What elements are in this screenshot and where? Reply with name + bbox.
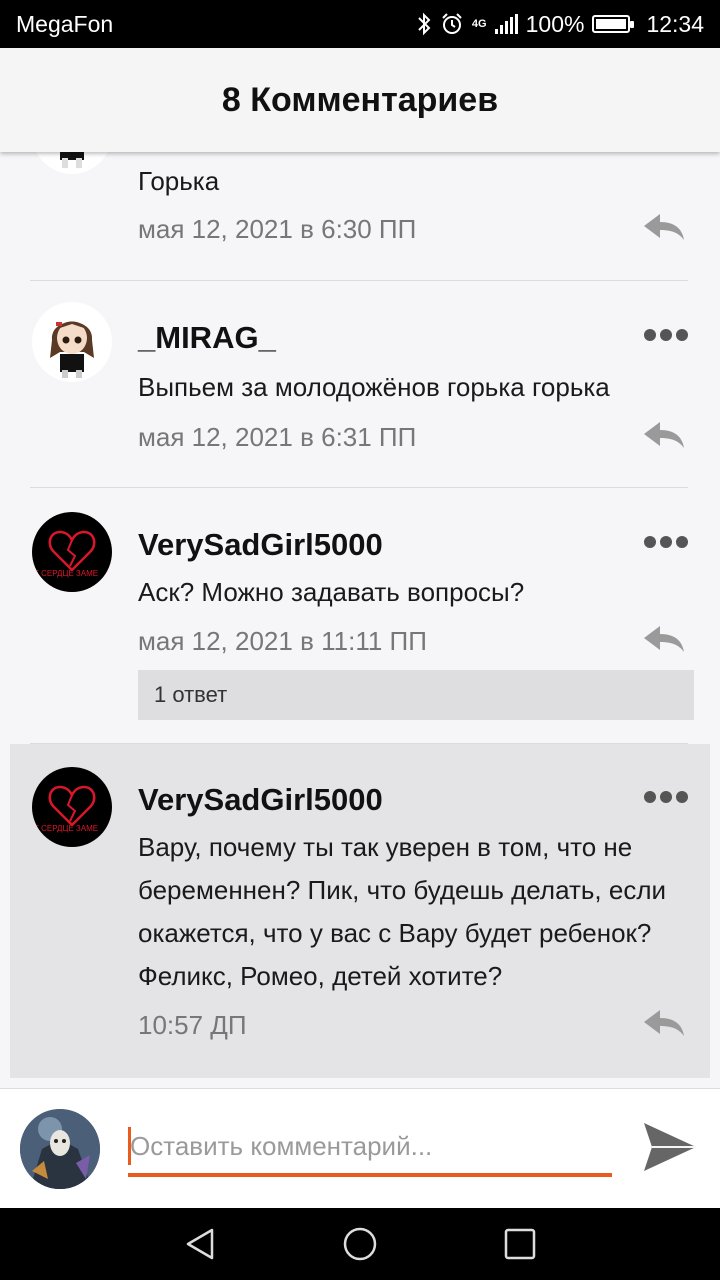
comment-item: _MIRAG_ Выпьем за молодожёнов горька гор… [10, 282, 710, 486]
comment-input[interactable] [128, 1119, 612, 1177]
comment-item: Т СЕРДЦЕ ЗАМЕ VerySadGirl5000 Аск? Можно… [10, 489, 710, 743]
home-icon[interactable] [342, 1226, 378, 1262]
app-header: 8 Комментариев [0, 48, 720, 152]
reply-icon[interactable] [642, 624, 686, 654]
more-options-icon[interactable] [644, 535, 688, 549]
avatar-caption: Т СЕРДЦЕ ЗАМЕ [34, 569, 98, 578]
carrier-label: MegaFon [16, 10, 114, 37]
page-title: 8 Комментариев [221, 80, 499, 119]
divider [30, 280, 688, 281]
battery-percent: 100% [525, 10, 585, 37]
view-replies-button[interactable]: 1 ответ [138, 670, 694, 720]
comment-text: Горька [138, 166, 220, 196]
comment-timestamp: мая 12, 2021 в 6:30 ПП [138, 214, 417, 244]
reply-icon[interactable] [642, 212, 686, 242]
comment-item-highlighted: Т СЕРДЦЕ ЗАМЕ VerySadGirl5000 Вару, поче… [10, 744, 710, 1078]
status-bar: MegaFon 4G 100% 12:34 [0, 0, 720, 48]
comment-username[interactable]: _MIRAG_ [138, 320, 276, 356]
reply-icon[interactable] [642, 1008, 686, 1038]
anime-girl-avatar[interactable] [32, 302, 112, 382]
broken-heart-avatar[interactable]: Т СЕРДЦЕ ЗАМЕ [32, 512, 112, 592]
comment-timestamp: мая 12, 2021 в 11:11 ПП [138, 626, 427, 656]
signal-icon [494, 14, 518, 34]
status-icons: 4G 100% 12:34 [416, 11, 704, 38]
comments-list[interactable]: Горька мая 12, 2021 в 6:30 ПП _MIRAG_ Вы… [0, 152, 720, 1088]
user-avatar[interactable] [20, 1109, 100, 1189]
send-icon[interactable] [640, 1119, 700, 1175]
divider [30, 487, 688, 488]
comment-composer [0, 1088, 720, 1208]
comment-text: Выпьем за молодожёнов горька горька [138, 372, 610, 402]
comment-username[interactable]: VerySadGirl5000 [138, 527, 383, 563]
bluetooth-icon [416, 12, 432, 36]
comment-item: Горька мая 12, 2021 в 6:30 ПП [10, 152, 710, 280]
anime-girl-avatar[interactable] [32, 152, 112, 174]
more-options-icon[interactable] [644, 790, 688, 804]
more-options-icon[interactable] [644, 328, 688, 342]
comment-timestamp: мая 12, 2021 в 6:31 ПП [138, 422, 417, 452]
recents-icon[interactable] [502, 1226, 538, 1262]
comment-text: Аск? Можно задавать вопросы? [138, 577, 525, 607]
network-type: 4G [471, 18, 487, 30]
comment-timestamp: 10:57 ДП [138, 1010, 247, 1040]
text-cursor [128, 1127, 131, 1165]
back-icon[interactable] [182, 1226, 218, 1262]
comment-username[interactable]: VerySadGirl5000 [138, 782, 383, 818]
clock: 12:34 [646, 10, 704, 37]
broken-heart-avatar[interactable]: Т СЕРДЦЕ ЗАМЕ [32, 767, 112, 847]
avatar-caption: Т СЕРДЦЕ ЗАМЕ [34, 824, 98, 833]
battery-icon [592, 15, 635, 33]
system-navigation-bar [0, 1208, 720, 1280]
comment-text: Вару, почему ты так уверен в том, что не… [138, 832, 667, 991]
reply-icon[interactable] [642, 420, 686, 450]
alarm-icon [440, 12, 464, 36]
